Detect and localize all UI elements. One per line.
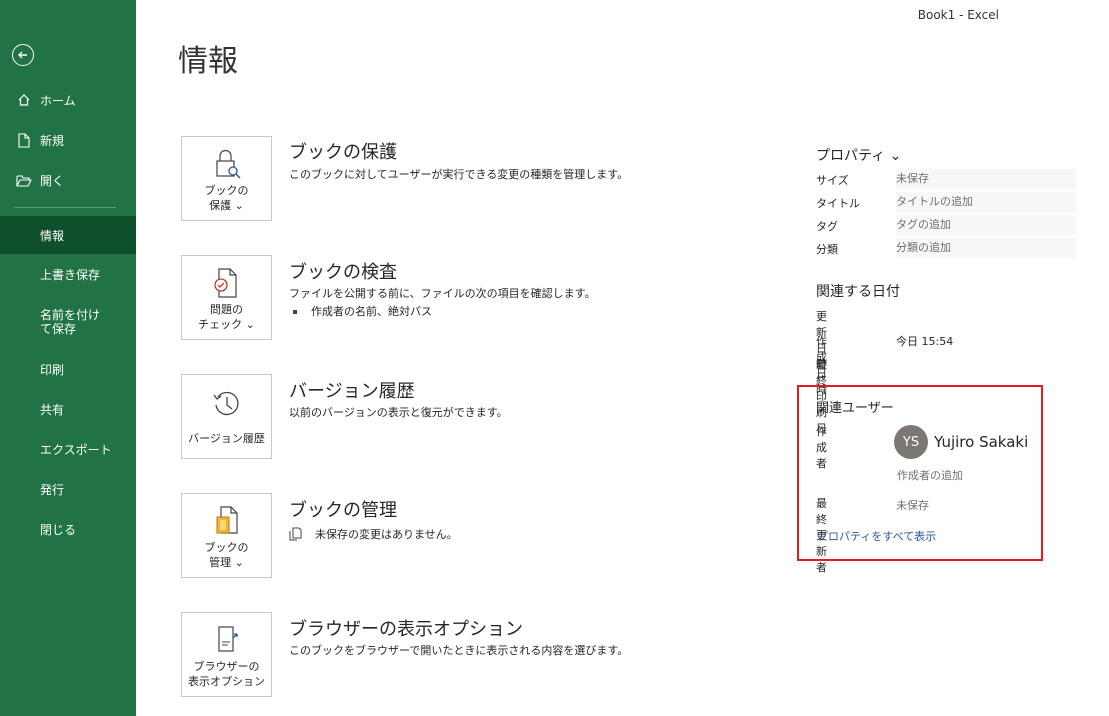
manage-workbook-button[interactable]: ブックの 管理 ⌄ [181,493,272,578]
last-modified-value: 未保存 [896,499,929,512]
sidebar-item-share[interactable]: 共有 [0,403,136,417]
property-row-tags: タグ タグの追加 [816,215,1076,235]
section-desc-browser-view: このブックをブラウザーで開いたときに表示される内容を選びます。 [289,644,629,657]
card-label: 問題の チェック ⌄ [198,303,255,331]
add-author-input[interactable]: 作成者の追加 [897,467,963,483]
section-desc-inspect: ファイルを公開する前に、ファイルの次の項目を確認します。 [289,287,596,300]
page-title: 情報 [178,44,238,79]
property-value: 未保存 [896,169,1076,189]
sidebar-item-label: 上書き保存 [40,268,101,282]
sidebar-item-label: 情報 [40,228,65,243]
inspect-document-icon [213,266,241,300]
sidebar-item-label: 発行 [40,483,65,497]
sidebar-item-new[interactable]: 新規 [0,131,136,149]
author-name[interactable]: Yujiro Sakaki [934,433,1028,451]
back-button[interactable] [12,44,34,66]
sidebar-item-export[interactable]: エクスポート [0,443,136,457]
browser-view-icon [213,623,241,657]
date-value: 今日 15:54 [896,335,954,348]
inspect-bullet-item: 作成者の名前、絶対パス [293,303,432,319]
backstage-sidebar: ホーム 新規 開く 情報 上書き保存 名前を付けて保存 印刷 共有 エクスポート… [0,0,136,716]
section-title-manage: ブックの管理 [289,500,397,521]
sidebar-divider [14,207,116,208]
tags-input[interactable]: タグの追加 [896,215,1076,235]
check-for-issues-button[interactable]: 問題の チェック ⌄ [181,255,272,340]
browser-view-options-button[interactable]: ブラウザーの 表示オプション [181,612,272,697]
window-title: Book1 - Excel [917,8,999,22]
manage-document-icon [213,504,241,538]
documents-icon [289,527,303,541]
sidebar-item-label: 開く [40,173,65,188]
sidebar-item-save[interactable]: 上書き保存 [0,268,136,282]
category-input[interactable]: 分類の追加 [896,238,1076,258]
property-key: 分類 [816,243,838,256]
section-title-browser-view: ブラウザーの表示オプション [289,619,523,640]
sidebar-item-publish[interactable]: 発行 [0,483,136,497]
card-label: ブックの 保護 ⌄ [204,184,249,212]
sidebar-item-label: 新規 [40,133,65,148]
section-desc-protect: このブックに対してユーザーが実行できる変更の種類を管理します。 [289,168,629,181]
related-dates-heading: 関連する日付 [816,284,900,300]
sidebar-item-open[interactable]: 開く [0,171,136,189]
related-people-heading: 関連ユーザー [816,401,894,416]
back-arrow-icon [18,51,27,59]
property-row-size: サイズ 未保存 [816,169,1076,189]
section-desc-manage: 未保存の変更はありません。 [315,528,458,541]
lock-icon [212,147,242,181]
section-title-version-history: バージョン履歴 [289,381,415,402]
folder-open-icon [16,172,32,188]
section-title-inspect: ブックの検査 [289,262,397,283]
property-key: タイトル [816,197,860,210]
sidebar-item-close[interactable]: 閉じる [0,523,136,537]
properties-dropdown[interactable]: プロパティ ⌄ [816,145,901,165]
history-clock-icon [211,387,243,421]
card-label: ブックの 管理 ⌄ [204,541,249,569]
property-key: サイズ [816,174,849,187]
sidebar-item-label: 名前を付けて保存 [40,308,101,336]
unsaved-changes-row: 未保存の変更はありません。 [289,526,458,542]
version-history-button[interactable]: バージョン履歴 [181,374,272,459]
new-document-icon [16,132,32,148]
sidebar-item-label: 印刷 [40,363,65,377]
sidebar-item-label: 閉じる [40,523,77,537]
title-input[interactable]: タイトルの追加 [896,192,1076,212]
sidebar-item-label: ホーム [40,93,76,108]
section-desc-version-history: 以前のバージョンの表示と復元ができます。 [289,406,508,419]
sidebar-item-print[interactable]: 印刷 [0,363,136,377]
sidebar-item-label: エクスポート [40,443,112,457]
show-all-properties-link[interactable]: プロパティをすべて表示 [817,528,936,544]
property-key: タグ [816,220,838,233]
sidebar-item-info[interactable]: 情報 [0,216,136,254]
sidebar-item-save-as[interactable]: 名前を付けて保存 [0,308,100,336]
sidebar-item-label: 共有 [40,403,65,417]
protect-workbook-button[interactable]: ブックの 保護 ⌄ [181,136,272,221]
property-row-category: 分類 分類の追加 [816,238,1076,258]
sidebar-item-home[interactable]: ホーム [0,91,136,109]
avatar[interactable]: YS [894,425,928,459]
home-icon [16,92,32,108]
section-title-protect: ブックの保護 [289,142,397,163]
card-label: バージョン履歴 [188,432,265,445]
card-label: ブラウザーの 表示オプション [188,660,265,688]
property-row-title: タイトル タイトルの追加 [816,192,1076,212]
